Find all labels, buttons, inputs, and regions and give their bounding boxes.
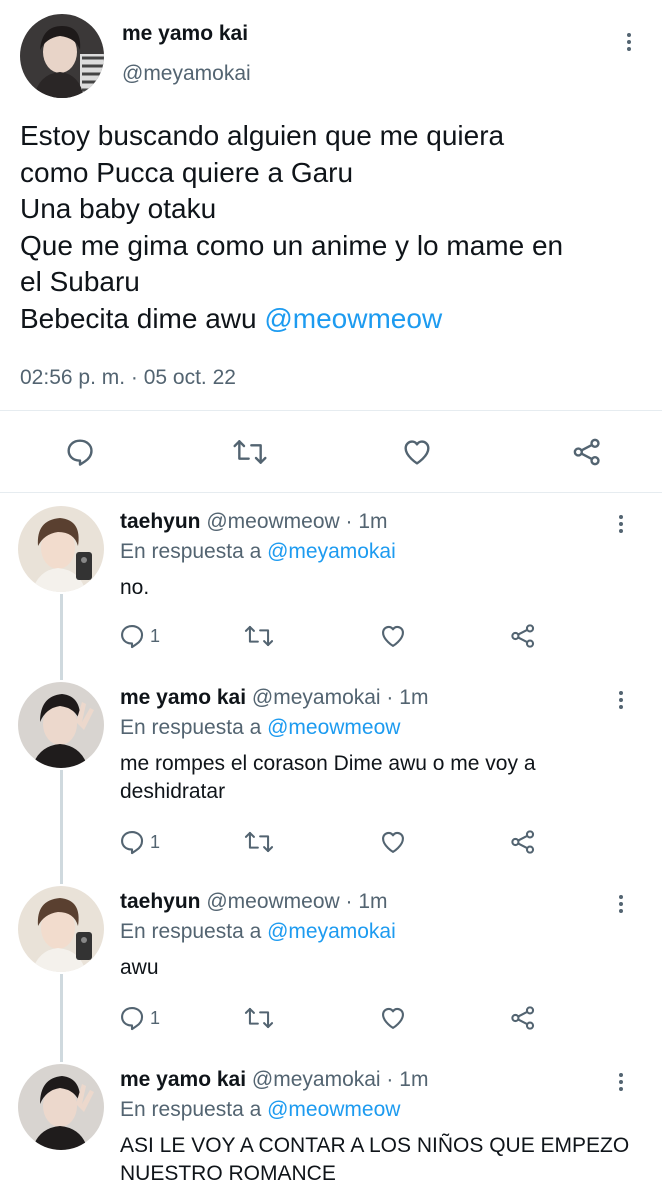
replying-to-link[interactable]: @meowmeow xyxy=(267,1098,400,1121)
replying-to: En respuesta a @meowmeow xyxy=(120,716,400,740)
replying-to: En respuesta a @meyamokai xyxy=(120,920,396,944)
reply-count: 1 xyxy=(150,1007,161,1028)
replying-to-link[interactable]: @meyamokai xyxy=(267,920,396,943)
like-icon xyxy=(382,1007,404,1029)
replying-to-link[interactable]: @meowmeow xyxy=(267,716,400,739)
reply-actions: 1 xyxy=(118,828,548,858)
share-button[interactable] xyxy=(570,436,604,468)
like-button[interactable] xyxy=(378,622,408,650)
share-button[interactable] xyxy=(508,828,538,856)
reply-count: 1 xyxy=(150,831,161,852)
reply-button[interactable]: 1 xyxy=(118,622,160,650)
share-button[interactable] xyxy=(508,1004,538,1032)
reply-icon xyxy=(67,439,93,466)
retweet-icon xyxy=(244,625,274,647)
tweet-line-last: Bebecita dime awu @meowmeow xyxy=(20,301,650,338)
replying-to-label: En respuesta a xyxy=(120,920,268,943)
reply-author-name[interactable]: me yamo kai xyxy=(120,1068,246,1091)
share-icon xyxy=(511,1006,535,1030)
more-options-icon[interactable] xyxy=(612,512,630,538)
reply-avatar[interactable] xyxy=(18,1064,104,1150)
reply-avatar[interactable] xyxy=(18,682,104,768)
share-icon xyxy=(573,438,600,466)
like-button[interactable] xyxy=(378,1004,408,1032)
tweet-line: como Pucca quiere a Garu xyxy=(20,156,354,188)
replying-to-label: En respuesta a xyxy=(120,1098,268,1121)
reply-header: me yamo kai @meyamokai · 1m xyxy=(120,1068,428,1092)
author-avatar[interactable] xyxy=(20,14,104,98)
tweet-line: Una baby otaku xyxy=(20,193,217,225)
thread-connector xyxy=(60,974,63,1062)
reply-header: me yamo kai @meyamokai · 1m xyxy=(120,686,428,710)
retweet-icon xyxy=(244,831,274,853)
share-icon xyxy=(511,624,535,648)
retweet-icon xyxy=(244,1007,274,1029)
reply-icon xyxy=(121,1007,144,1031)
tweet-line: el Subaru xyxy=(20,266,140,298)
reply-author-name[interactable]: me yamo kai xyxy=(120,686,246,709)
replying-to-link[interactable]: @meyamokai xyxy=(267,540,396,563)
reply-header: taehyun @meowmeow · 1m xyxy=(120,510,388,534)
reply-button[interactable]: 1 xyxy=(118,1004,160,1032)
author-name[interactable]: me yamo kai xyxy=(122,22,248,46)
like-button[interactable] xyxy=(378,828,408,856)
reply-text: ASI LE VOY A CONTAR A LOS NIÑOS QUE EMPE… xyxy=(120,1134,630,1185)
reply-meta: @meyamokai · 1m xyxy=(246,686,429,709)
reply-icon xyxy=(121,625,144,649)
replying-to: En respuesta a @meyamokai xyxy=(120,540,396,564)
reply-button[interactable] xyxy=(64,436,96,468)
thread-connector xyxy=(60,770,63,884)
retweet-button[interactable] xyxy=(242,1004,276,1032)
divider xyxy=(0,410,662,411)
reply-avatar[interactable] xyxy=(18,506,104,592)
reply-count: 1 xyxy=(150,625,161,646)
retweet-button[interactable] xyxy=(242,622,276,650)
tweet-line: Estoy buscando alguien que me quiera xyxy=(20,120,505,151)
divider xyxy=(0,492,662,493)
reply-author-name[interactable]: taehyun xyxy=(120,890,201,913)
like-icon xyxy=(404,440,430,465)
tweet-text: Estoy buscando alguien que me quiera com… xyxy=(20,118,650,338)
reply-header: taehyun @meowmeow · 1m xyxy=(120,890,388,914)
more-options-icon[interactable] xyxy=(620,30,638,56)
reply-meta: @meowmeow · 1m xyxy=(200,890,388,913)
reply-text: awu xyxy=(120,956,159,979)
share-icon xyxy=(511,830,535,854)
reply-meta: @meyamokai · 1m xyxy=(246,1068,429,1091)
retweet-icon xyxy=(233,440,267,464)
retweet-button[interactable] xyxy=(230,436,270,468)
reply-meta: @meowmeow · 1m xyxy=(200,510,388,533)
like-icon xyxy=(382,831,404,853)
more-options-icon[interactable] xyxy=(612,1070,630,1096)
replying-to-label: En respuesta a xyxy=(120,540,268,563)
author-handle[interactable]: @meyamokai xyxy=(122,62,251,86)
share-button[interactable] xyxy=(508,622,538,650)
mention-link[interactable]: @meowmeow xyxy=(264,303,442,334)
like-button[interactable] xyxy=(400,436,434,468)
reply-actions: 1 xyxy=(118,622,548,652)
reply-button[interactable]: 1 xyxy=(118,828,160,856)
tweet-line-text: Bebecita dime awu xyxy=(20,302,265,334)
retweet-button[interactable] xyxy=(242,828,276,856)
more-options-icon[interactable] xyxy=(612,892,630,918)
reply-text: no. xyxy=(120,576,150,599)
replying-to: En respuesta a @meowmeow xyxy=(120,1098,400,1122)
thread-connector xyxy=(60,594,63,680)
reply-author-name[interactable]: taehyun xyxy=(120,510,201,533)
reply-text: me rompes el corason Dime awu o me voy a… xyxy=(120,752,536,803)
reply-actions: 1 xyxy=(118,1004,548,1034)
replying-to-label: En respuesta a xyxy=(120,716,268,739)
more-options-icon[interactable] xyxy=(612,688,630,714)
reply-icon xyxy=(121,831,144,855)
tweet-line: Que me gima como un anime y lo mame en xyxy=(20,229,564,261)
reply-avatar[interactable] xyxy=(18,886,104,972)
like-icon xyxy=(382,625,404,647)
tweet-timestamp[interactable]: 02:56 p. m. · 05 oct. 22 xyxy=(20,366,236,390)
